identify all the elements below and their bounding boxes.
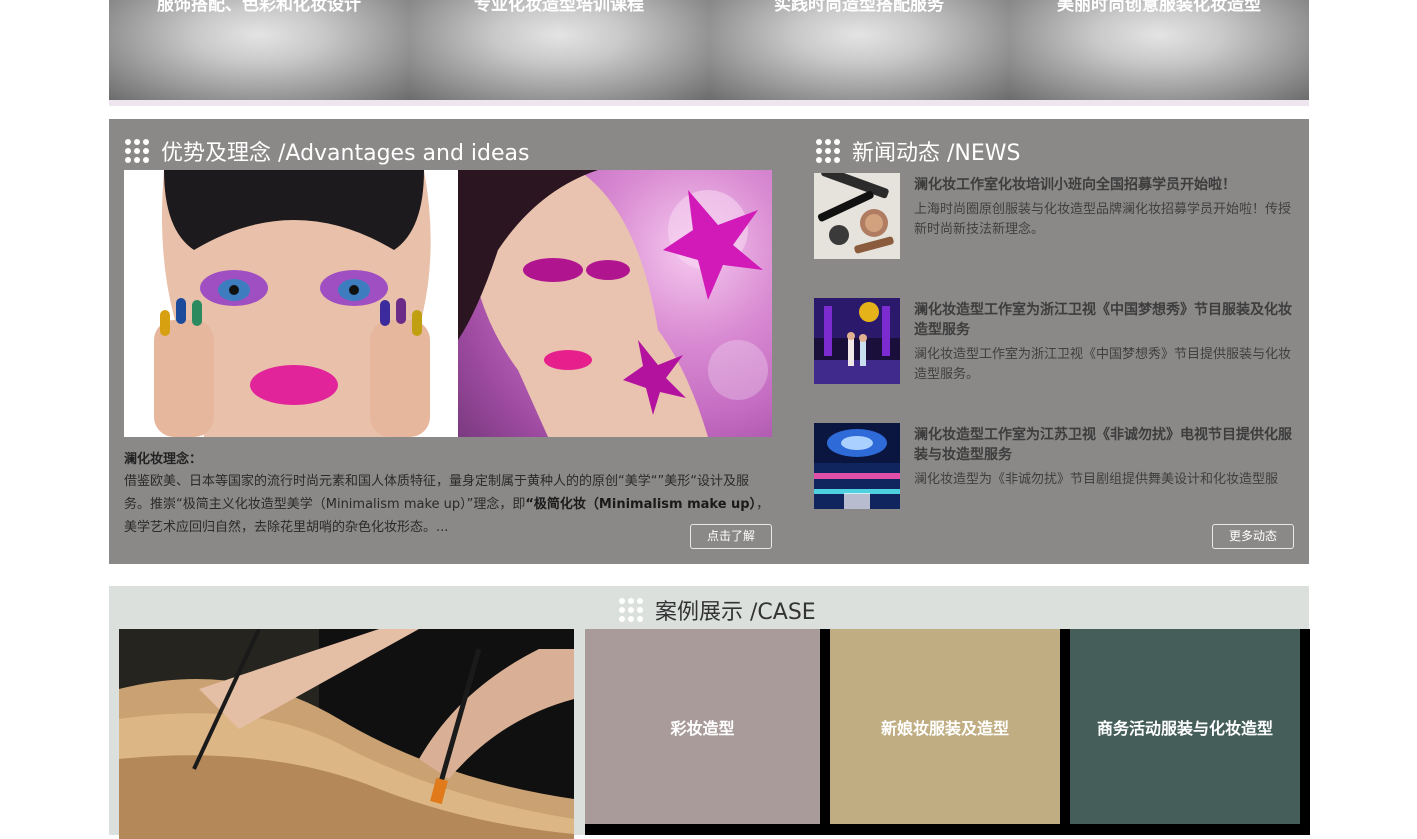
news-heading: 新闻动态 /NEWS [816,135,1020,167]
case-tile-makeup[interactable]: 彩妆造型 [585,629,820,824]
philosophy-label: 澜化妆理念： [124,452,203,467]
case-title: 案例展示 /CASE [655,600,816,625]
banner-cell[interactable]: 美丽时尚创意服装化妆造型 [1009,0,1309,100]
news-item-title[interactable]: 澜化妆工作室化妆培训小班向全国招募学员开始啦！ [914,175,1296,195]
hair-styling-photo[interactable] [119,629,574,839]
news-item-title[interactable]: 澜化妆造型工作室为浙江卫视《中国梦想秀》节目服装及化妆造型服务 [914,300,1296,340]
advantages-news-section: 优势及理念 /Advantages and ideas 澜化妆理念： 借鉴欧美、… [109,119,1309,564]
philosophy-text: 借鉴欧美、日本等国家的流行时尚元素和国人体质特征，量身定制属于黄种人的的原创“美… [124,470,772,539]
news-thumbnail[interactable] [814,173,900,259]
banner-cell[interactable]: 实践时尚造型搭配服务 [709,0,1009,100]
banner-divider [109,100,1309,106]
learn-more-button[interactable]: 点击了解 [690,524,772,549]
grid-dots-icon [619,598,643,622]
makeup-face-photo [124,170,458,437]
banner-caption: 专业化妆造型培训课程 [474,0,644,15]
advantages-heading: 优势及理念 /Advantages and ideas [125,135,529,167]
news-item[interactable]: 澜化妆工作室化妆培训小班向全国招募学员开始啦！ 上海时尚圈原创服装与化妆造型品牌… [814,173,1299,263]
advantages-title: 优势及理念 /Advantages and ideas [161,141,530,166]
news-title: 新闻动态 /NEWS [852,141,1021,166]
news-item-title[interactable]: 澜化妆造型工作室为江苏卫视《非诚勿扰》电视节目提供化服装与妆造型服务 [914,425,1296,465]
more-news-button[interactable]: 更多动态 [1212,524,1294,549]
banner-caption: 美丽时尚创意服装化妆造型 [1057,0,1261,15]
philosophy-text-bold: “极简化妆（Minimalism make up） [525,497,757,512]
banner-caption: 实践时尚造型搭配服务 [774,0,944,15]
grid-dots-icon [125,139,149,163]
case-heading: 案例展示 /CASE [619,594,816,626]
news-item[interactable]: 澜化妆造型工作室为江苏卫视《非诚勿扰》电视节目提供化服装与妆造型服务 澜化妆造型… [814,423,1299,513]
banner-caption: 服饰搭配、色彩和化妆设计 [157,0,361,15]
banner-cell[interactable]: 专业化妆造型培训课程 [409,0,709,100]
news-item[interactable]: 澜化妆造型工作室为浙江卫视《中国梦想秀》节目服装及化妆造型服务 澜化妆造型工作室… [814,298,1299,388]
news-item-desc: 上海时尚圈原创服装与化妆造型品牌澜化妆招募学员开始啦！传授新时尚新技法新理念。 [914,202,1292,237]
grid-dots-icon [816,139,840,163]
news-item-desc: 澜化妆造型为《非诚勿扰》节目剧组提供舞美设计和化妆造型服 [914,472,1279,487]
top-banner: 服饰搭配、色彩和化妆设计 专业化妆造型培训课程 实践时尚造型搭配服务 美丽时尚创… [109,0,1309,100]
news-thumbnail[interactable] [814,298,900,384]
case-tile-bridal[interactable]: 新娘妆服装及造型 [830,629,1060,824]
fantasy-makeup-photo [458,170,772,437]
advantages-image [124,170,772,437]
case-section: 案例展示 /CASE 彩妆造型 新娘妆服装及造型 商务活动服装与化妆造型 [109,586,1310,839]
banner-cell[interactable]: 服饰搭配、色彩和化妆设计 [109,0,409,100]
case-tile-business[interactable]: 商务活动服装与化妆造型 [1070,629,1300,824]
news-thumbnail[interactable] [814,423,900,509]
news-item-desc: 澜化妆造型工作室为浙江卫视《中国梦想秀》节目提供服装与化妆造型服务。 [914,347,1292,382]
